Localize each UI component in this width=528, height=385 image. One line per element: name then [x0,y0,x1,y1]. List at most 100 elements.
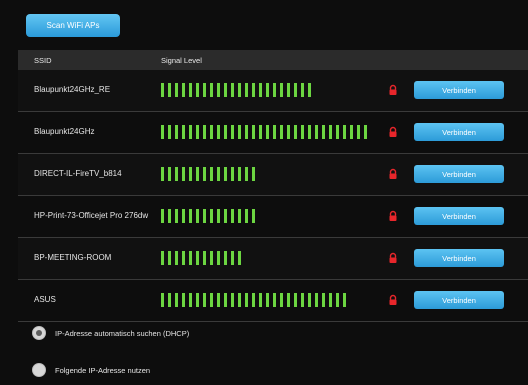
signal-bar [252,209,255,223]
static-ip-label: Folgende IP-Adresse nutzen [55,365,151,375]
wifi-table: SSID Signal Level Blaupunkt24GHz_RE Verb… [18,50,528,322]
connect-button[interactable]: Verbinden [414,81,504,99]
signal-bar [308,293,311,307]
signal-bar [168,167,171,181]
connect-button[interactable]: Verbinden [414,207,504,225]
signal-bar [245,125,248,139]
static-ip-radio[interactable] [32,363,46,377]
connect-button[interactable]: Verbinden [414,123,504,141]
signal-bar [196,293,199,307]
signal-bar [273,293,276,307]
signal-bar [175,125,178,139]
table-header: SSID Signal Level [18,50,528,70]
signal-level [161,293,346,307]
signal-bar [280,83,283,97]
signal-bar [308,83,311,97]
signal-level [161,251,241,265]
scan-wifi-button[interactable]: Scan WiFi APs [26,14,120,37]
signal-bar [245,83,248,97]
lock-icon [389,294,397,305]
signal-level [161,125,367,139]
signal-bar [224,83,227,97]
signal-bar [182,167,185,181]
signal-bar [245,209,248,223]
signal-bar [175,251,178,265]
signal-bar [231,125,234,139]
signal-bar [168,209,171,223]
signal-bar [273,83,276,97]
connect-button[interactable]: Verbinden [414,249,504,267]
network-ssid: HP-Print-73-Officejet Pro 276dw [34,211,149,220]
signal-bar [238,83,241,97]
dhcp-radio[interactable] [32,326,46,340]
signal-bar [175,83,178,97]
signal-bar [189,209,192,223]
signal-bar [259,125,262,139]
signal-bar [224,167,227,181]
signal-bar [161,293,164,307]
signal-bar [175,209,178,223]
signal-bar [336,293,339,307]
network-row: Blaupunkt24GHz_RE Verbinden [18,70,528,112]
signal-bar [252,167,255,181]
signal-bar [252,293,255,307]
signal-bar [189,251,192,265]
connect-button[interactable]: Verbinden [414,165,504,183]
signal-bar [182,251,185,265]
signal-bar [189,167,192,181]
signal-level [161,167,255,181]
signal-bar [343,293,346,307]
signal-bar [189,83,192,97]
connect-button[interactable]: Verbinden [414,291,504,309]
signal-bar [245,167,248,181]
network-row: Blaupunkt24GHz Verbinden [18,112,528,154]
signal-bar [210,83,213,97]
signal-bar [217,251,220,265]
signal-bar [161,83,164,97]
signal-bar [210,167,213,181]
signal-bar [217,293,220,307]
signal-bar [196,251,199,265]
signal-bar [196,209,199,223]
signal-bar [203,125,206,139]
signal-bar [168,251,171,265]
signal-bar [315,125,318,139]
signal-bar [217,209,220,223]
signal-bar [266,83,269,97]
dhcp-label: IP-Adresse automatisch suchen (DHCP) [55,328,190,338]
signal-bar [364,125,367,139]
signal-bar [224,293,227,307]
signal-bar [280,293,283,307]
signal-bar [182,209,185,223]
signal-bar [238,125,241,139]
signal-bar [315,293,318,307]
signal-bar [259,83,262,97]
signal-bar [273,125,276,139]
signal-bar [217,125,220,139]
signal-bar [210,293,213,307]
dhcp-option[interactable]: IP-Adresse automatisch suchen (DHCP) [32,326,189,340]
network-row: DIRECT-IL-FireTV_b814 Verbinden [18,154,528,196]
signal-bar [350,125,353,139]
signal-bar [231,83,234,97]
signal-bar [224,125,227,139]
signal-bar [238,209,241,223]
lock-icon [389,168,397,179]
signal-bar [196,125,199,139]
network-row: BP-MEETING-ROOM Verbinden [18,238,528,280]
signal-bar [210,251,213,265]
signal-bar [238,167,241,181]
signal-bar [210,209,213,223]
signal-bar [203,83,206,97]
signal-bar [322,293,325,307]
static-ip-option[interactable]: Folgende IP-Adresse nutzen [32,363,150,377]
signal-bar [301,83,304,97]
lock-icon [389,252,397,263]
signal-bar [329,125,332,139]
signal-bar [301,293,304,307]
signal-bar [266,293,269,307]
signal-bar [287,83,290,97]
signal-bar [189,293,192,307]
signal-bar [252,125,255,139]
signal-bar [203,209,206,223]
